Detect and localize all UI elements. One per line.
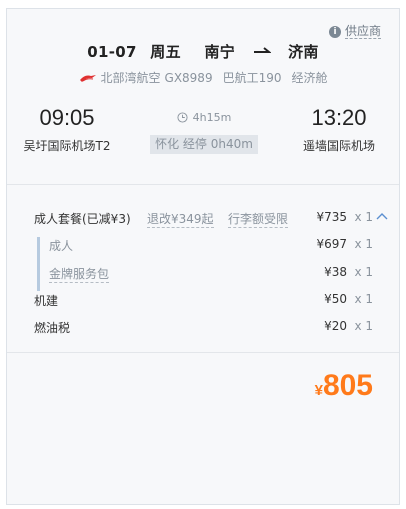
airline-name: 北部湾航空 bbox=[100, 71, 161, 85]
airport-tax-amount: ¥50 bbox=[324, 292, 347, 306]
arrival-block: 13:20 遥墙国际机场 bbox=[279, 105, 399, 154]
airline-logo-icon bbox=[79, 74, 96, 82]
currency-symbol: ¥ bbox=[314, 382, 323, 399]
fuel-tax-label: 燃油税 bbox=[34, 321, 71, 335]
supplier-label[interactable]: 供应商 bbox=[344, 24, 381, 39]
chevron-up-icon[interactable] bbox=[376, 212, 388, 220]
fuel-tax-row: 燃油税 ¥20 x 1 bbox=[7, 319, 399, 339]
departure-airport: 吴圩国际机场T2 bbox=[23, 139, 111, 153]
package-label: 成人套餐(已减¥3) bbox=[34, 212, 131, 226]
from-city: 南宁 bbox=[204, 43, 236, 61]
supplier-link[interactable]: i 供应商 bbox=[328, 24, 381, 39]
departure-block: 09:05 吴圩国际机场T2 bbox=[7, 105, 127, 154]
adult-row: 成人 ¥697 x 1 bbox=[7, 237, 399, 257]
flight-middle: 4h15m 怀化 经停 0h40m bbox=[132, 111, 276, 154]
adult-label: 成人 bbox=[49, 239, 74, 253]
route-header: 01-07 周五 南宁 济南 bbox=[7, 41, 399, 62]
duration-row: 4h15m bbox=[132, 111, 276, 124]
flight-weekday: 周五 bbox=[150, 43, 181, 61]
flight-number: GX8989 bbox=[164, 70, 213, 85]
total-price: ¥805 bbox=[315, 369, 373, 403]
info-icon: i bbox=[328, 25, 341, 38]
package-amount: ¥735 bbox=[316, 210, 347, 224]
flight-info-section: i 供应商 01-07 周五 南宁 济南 北部湾航空 GX8989 巴航工190… bbox=[7, 9, 399, 184]
stopover-badge: 怀化 经停 0h40m bbox=[150, 135, 258, 154]
total-value: 805 bbox=[322, 369, 373, 402]
flight-order-card: i 供应商 01-07 周五 南宁 济南 北部湾航空 GX8989 巴航工190… bbox=[6, 8, 400, 505]
airline-info: 北部湾航空 GX8989 巴航工190 经济舱 bbox=[7, 69, 399, 86]
clock-icon bbox=[177, 112, 188, 123]
arrival-time: 13:20 bbox=[311, 105, 367, 130]
aircraft-type: 巴航工190 bbox=[222, 71, 282, 85]
gold-service-link[interactable]: 金牌服务包 bbox=[49, 265, 110, 283]
gold-service-qty: x 1 bbox=[354, 265, 373, 279]
fuel-tax-amount: ¥20 bbox=[324, 319, 347, 333]
package-row[interactable]: 成人套餐(已减¥3) 退改¥349起 行李额受限 ¥735 x 1 bbox=[7, 210, 399, 230]
airport-tax-label: 机建 bbox=[34, 294, 59, 308]
package-qty: x 1 bbox=[354, 210, 373, 224]
flight-duration: 4h15m bbox=[192, 111, 232, 124]
airport-tax-qty: x 1 bbox=[354, 292, 373, 306]
adult-qty: x 1 bbox=[354, 237, 373, 251]
airport-tax-row: 机建 ¥50 x 1 bbox=[7, 292, 399, 312]
adult-amount: ¥697 bbox=[316, 237, 347, 251]
departure-time: 09:05 bbox=[39, 105, 95, 130]
arrow-right-icon bbox=[253, 47, 271, 53]
baggage-policy-link[interactable]: 行李额受限 bbox=[228, 210, 289, 228]
cabin-class: 经济舱 bbox=[291, 71, 328, 85]
flight-date: 01-07 bbox=[87, 43, 137, 61]
refund-policy-link[interactable]: 退改¥349起 bbox=[147, 210, 214, 228]
gold-service-amount: ¥38 bbox=[324, 265, 347, 279]
arrival-airport: 遥墙国际机场 bbox=[302, 139, 375, 153]
to-city: 济南 bbox=[288, 43, 319, 61]
section-divider bbox=[7, 184, 399, 185]
total-divider bbox=[7, 352, 399, 353]
fuel-tax-qty: x 1 bbox=[354, 319, 373, 333]
gold-service-row: 金牌服务包 ¥38 x 1 bbox=[7, 265, 399, 285]
